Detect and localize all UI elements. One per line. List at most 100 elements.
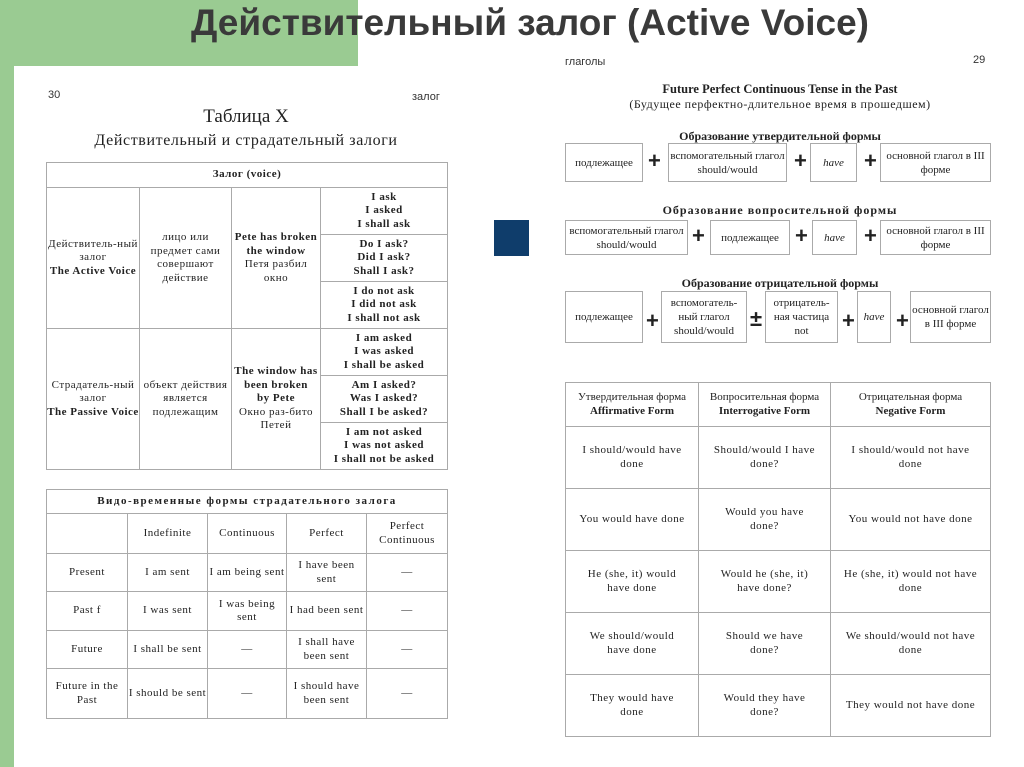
forms-table: Утвердительная форма Affirmative Form Вопр… [565, 382, 991, 737]
column-header-en: Negative Form [875, 404, 946, 417]
voice-table: Залог (voice) Действитель-ный залог The A… [45, 162, 449, 470]
formula-box: основной глагол в III форме [880, 220, 991, 255]
table-cell: — [207, 630, 287, 669]
table-cell: Should/would I have done? [698, 426, 831, 489]
table-row: You would have done Would you have done? Y… [565, 488, 991, 551]
form-cell: I am asked I was asked I shall be asked [319, 328, 449, 376]
formula-box: вспомогатель-ный глагол should/would [661, 291, 747, 343]
table-row: Future in the Past I should be sent — I sho… [46, 668, 449, 719]
form-cell: Am I asked? Was I asked? Shall I be aske… [319, 375, 449, 423]
running-head-left: залог [412, 91, 440, 103]
table-row: Present I am sent I am being sent I have be… [46, 553, 449, 592]
row-header: Future in the Past [46, 668, 128, 719]
passive-table-title: Видо-временные формы страдательного зало… [45, 489, 449, 514]
plus-icon: + [646, 308, 659, 333]
table-title: Таблица X [203, 106, 289, 127]
column-header-ru: Утвердительная форма [578, 391, 686, 403]
voice-name: Действитель-ный залог The Active Voice [46, 187, 140, 329]
table-cell: — [365, 553, 449, 592]
table-cell: I shall have been sent [286, 630, 367, 669]
column-header [46, 513, 128, 554]
table-cell: He (she, it) would not have done [830, 550, 991, 613]
form-cell: Do I ask? Did I ask? Shall I ask? [319, 234, 449, 282]
table-cell: I should have been sent [286, 668, 367, 719]
table-cell: He (she, it) would have done [565, 550, 699, 613]
table-cell: I was sent [127, 591, 208, 631]
table-cell: They would have done [565, 674, 699, 737]
table-row: He (she, it) would have done Would he (sh… [565, 550, 991, 613]
row-header: Future [46, 630, 128, 669]
formula-box: отрицатель-ная частица not [765, 291, 838, 343]
table-cell: We should/would not have done [830, 612, 991, 675]
table-subtitle: Действительный и страдательный залоги [94, 132, 398, 149]
table-cell: I have been sent [286, 553, 367, 592]
voice-name: Страдатель-ный залог The Passive Voice [46, 328, 140, 470]
section-heading: Future Perfect Continuous Tense in the P… [662, 82, 898, 96]
plus-icon: + [648, 148, 661, 173]
formula-box: основной глагол в III форме [880, 143, 991, 182]
table-cell: I am sent [127, 553, 208, 592]
table-row: Future I shall be sent — I shall have been … [46, 630, 449, 669]
table-cell: — [365, 630, 449, 669]
form-cell: I do not ask I did not ask I shall not a… [319, 281, 449, 329]
table-cell: — [207, 668, 287, 719]
page-number-left: 30 [48, 89, 61, 101]
voice-example: The window has been broken by Pete Окно ра… [231, 328, 321, 470]
table-cell: I had been sent [286, 591, 367, 631]
table-cell: You would have done [565, 488, 699, 551]
formula-box: вспомогательный глагол should/would [668, 143, 787, 182]
column-header-en: Interrogative Form [718, 404, 811, 417]
column-header: Утвердительная форма Affirmative Form [565, 382, 699, 427]
form-cell: I ask I asked I shall ask [319, 187, 449, 235]
column-header: Indefinite [127, 513, 208, 554]
column-header-en: Affirmative Form [590, 404, 674, 417]
table-cell: I am being sent [207, 553, 287, 592]
plus-icon: + [864, 148, 877, 173]
table-cell: I was being sent [207, 591, 287, 631]
marker-square [494, 220, 529, 256]
table-row: We should/would have done Should we have … [565, 612, 991, 675]
formula-box: have [857, 291, 891, 343]
row-header: Present [46, 553, 128, 592]
table-cell: Would you have done? [698, 488, 831, 551]
column-header-ru: Отрицательная форма [858, 391, 963, 403]
voice-meaning: лицо или предмет сами совершают действие [139, 187, 232, 329]
table-cell: Would he (she, it) have done? [698, 550, 831, 613]
formula-box: основной глагол в III форме [910, 291, 991, 343]
form-cell: I am not asked I was not asked I shall n… [319, 422, 449, 470]
negative-title: Образование отрицательной формы [681, 276, 879, 290]
passive-forms-table: Видо-временные формы страдательного зало… [45, 489, 449, 719]
plus-icon: + [864, 223, 877, 248]
table-cell: We should/would have done [565, 612, 699, 675]
affirmative-title: Образование утвердительной формы [679, 129, 881, 143]
formula-box: вспомогательный глагол should/would [565, 220, 688, 255]
table-cell: Would they have done? [698, 674, 831, 737]
table-row: They would have done Would they have done… [565, 674, 991, 737]
table-row: I should/would have done Should/would I h… [565, 426, 991, 489]
voice-meaning: объект действия является подлежащим [139, 328, 232, 470]
formula-box: have [812, 220, 857, 255]
plus-icon: + [692, 223, 705, 248]
formula-box: подлежащее [565, 143, 643, 182]
column-header: Continuous [207, 513, 287, 554]
formula-box: подлежащее [565, 291, 643, 343]
plus-icon: + [896, 308, 909, 333]
plus-minus-icon: ± [750, 306, 763, 331]
table-cell: You would not have done [830, 488, 991, 551]
column-header: Вопросительная форма Interrogative Form [698, 382, 831, 427]
plus-icon: + [794, 148, 807, 173]
plus-icon: + [842, 308, 855, 333]
section-subheading: (Будущее перфектно-длительное время в пр… [629, 97, 931, 111]
column-header: Perfect [286, 513, 367, 554]
voice-header: Залог (voice) [45, 162, 449, 188]
table-cell: I should/would not have done [830, 426, 991, 489]
formula-box: подлежащее [710, 220, 790, 255]
table-row: Past fI was sent I was being sent I had be… [46, 591, 449, 631]
column-header: Perfect Continuous [365, 513, 449, 554]
table-cell: I should/would have done [565, 426, 699, 489]
plus-icon: + [795, 223, 808, 248]
formula-box: have [810, 143, 857, 182]
table-cell: I shall be sent [127, 630, 208, 669]
table-cell: — [365, 668, 449, 719]
interrogative-title: Образование вопросительной формы [662, 203, 898, 217]
